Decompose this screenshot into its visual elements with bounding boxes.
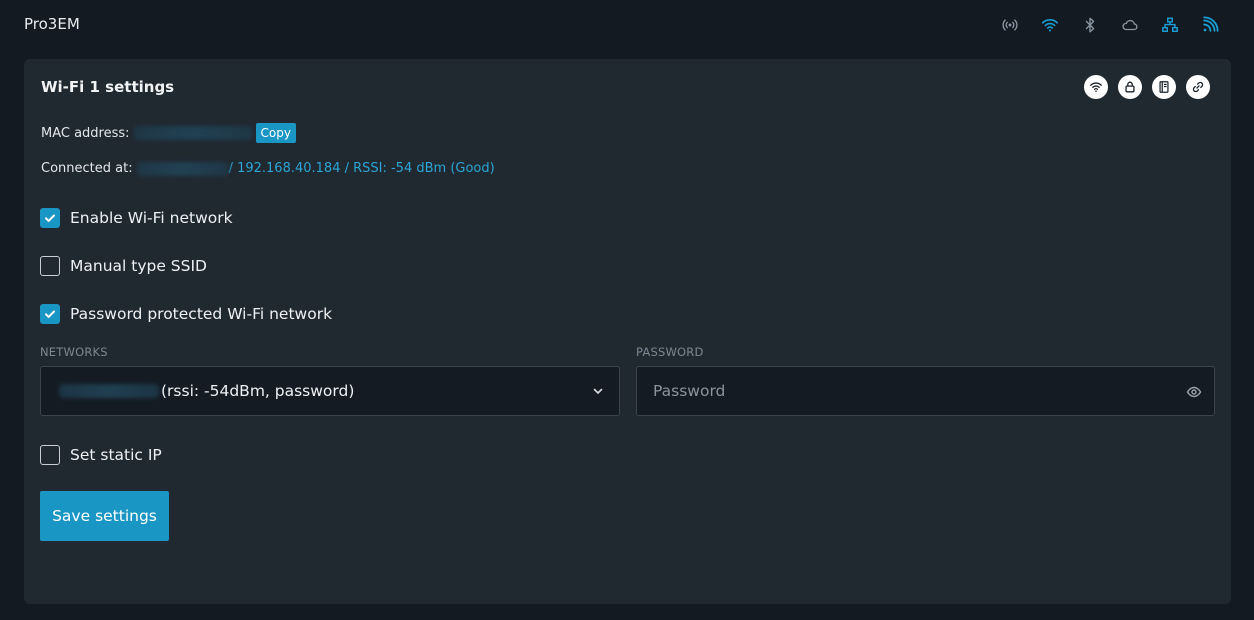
ethernet-icon[interactable] bbox=[1160, 15, 1180, 35]
save-settings-button[interactable]: Save settings bbox=[40, 491, 169, 541]
mac-address-row: MAC address: Copy bbox=[41, 123, 296, 143]
static-ip-label: Set static IP bbox=[70, 446, 162, 464]
manual-ssid-checkbox[interactable]: Manual type SSID bbox=[40, 256, 207, 276]
connected-details: / 192.168.40.184 / RSSI: -54 dBm (Good) bbox=[228, 161, 495, 176]
networks-selected-value: (rssi: -54dBm, password) bbox=[161, 382, 355, 400]
bluetooth-icon[interactable] bbox=[1080, 15, 1100, 35]
book-icon bbox=[1159, 81, 1169, 93]
password-input[interactable] bbox=[637, 367, 1214, 415]
docs-button[interactable] bbox=[1152, 75, 1176, 99]
checkmark-icon bbox=[45, 214, 55, 222]
connected-label: Connected at: bbox=[41, 161, 133, 176]
checkmark-icon bbox=[45, 310, 55, 318]
network-ssid-redacted bbox=[59, 384, 159, 398]
wifi-settings-button[interactable] bbox=[1084, 75, 1108, 99]
card-title: Wi-Fi 1 settings bbox=[41, 78, 175, 96]
networks-select[interactable]: (rssi: -54dBm, password) bbox=[40, 366, 620, 416]
app-title: Pro3EM bbox=[24, 15, 80, 33]
broadcast-icon[interactable] bbox=[1000, 15, 1020, 35]
checkbox-unchecked[interactable] bbox=[40, 256, 60, 276]
password-protected-label: Password protected Wi-Fi network bbox=[70, 305, 333, 323]
enable-wifi-label: Enable Wi-Fi network bbox=[70, 209, 233, 227]
checkbox-unchecked[interactable] bbox=[40, 445, 60, 465]
top-bar: Pro3EM bbox=[0, 0, 1254, 59]
manual-ssid-label: Manual type SSID bbox=[70, 257, 207, 275]
checkbox-checked[interactable] bbox=[40, 208, 60, 228]
link-icon bbox=[1192, 81, 1204, 93]
connected-row: Connected at: / 192.168.40.184 / RSSI: -… bbox=[41, 161, 495, 176]
networks-label: NETWORKS bbox=[40, 345, 108, 359]
lock-icon bbox=[1125, 81, 1135, 93]
static-ip-checkbox[interactable]: Set static IP bbox=[40, 445, 162, 465]
card-actions bbox=[1084, 75, 1210, 99]
wifi-icon bbox=[1090, 82, 1102, 92]
rss-icon[interactable] bbox=[1200, 15, 1220, 35]
mac-address-value-redacted bbox=[133, 126, 252, 140]
chevron-down-icon bbox=[593, 388, 603, 394]
show-password-icon[interactable] bbox=[1186, 384, 1202, 400]
password-label: PASSWORD bbox=[636, 345, 704, 359]
lock-button[interactable] bbox=[1118, 75, 1142, 99]
password-field[interactable] bbox=[636, 366, 1215, 416]
enable-wifi-checkbox[interactable]: Enable Wi-Fi network bbox=[40, 208, 233, 228]
status-icons bbox=[1000, 15, 1220, 35]
cloud-icon[interactable] bbox=[1120, 15, 1140, 35]
wifi-icon[interactable] bbox=[1040, 15, 1060, 35]
checkbox-checked[interactable] bbox=[40, 304, 60, 324]
copy-mac-button[interactable]: Copy bbox=[255, 123, 296, 143]
connected-ssid-redacted bbox=[136, 161, 229, 176]
link-button[interactable] bbox=[1186, 75, 1210, 99]
mac-address-label: MAC address: bbox=[41, 125, 130, 141]
wifi-settings-card: Wi-Fi 1 settings MAC address: Copy Conne… bbox=[24, 59, 1231, 604]
password-protected-checkbox[interactable]: Password protected Wi-Fi network bbox=[40, 304, 332, 324]
